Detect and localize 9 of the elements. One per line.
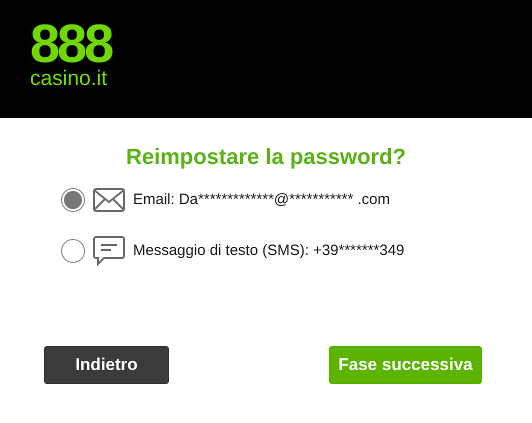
radio-button[interactable]	[61, 239, 85, 263]
envelope-icon	[93, 188, 125, 212]
radio-button[interactable]	[61, 188, 85, 212]
option-label: Email: Da*************@*********** .com	[133, 190, 390, 210]
option-label: Messaggio di testo (SMS): +39*******349	[133, 240, 404, 261]
chat-bubble-icon	[93, 236, 125, 266]
back-button[interactable]: Indietro	[44, 346, 169, 384]
title: Reimpostare la password?	[125, 143, 407, 171]
logo[interactable]: 888 casino.it	[30, 20, 120, 90]
